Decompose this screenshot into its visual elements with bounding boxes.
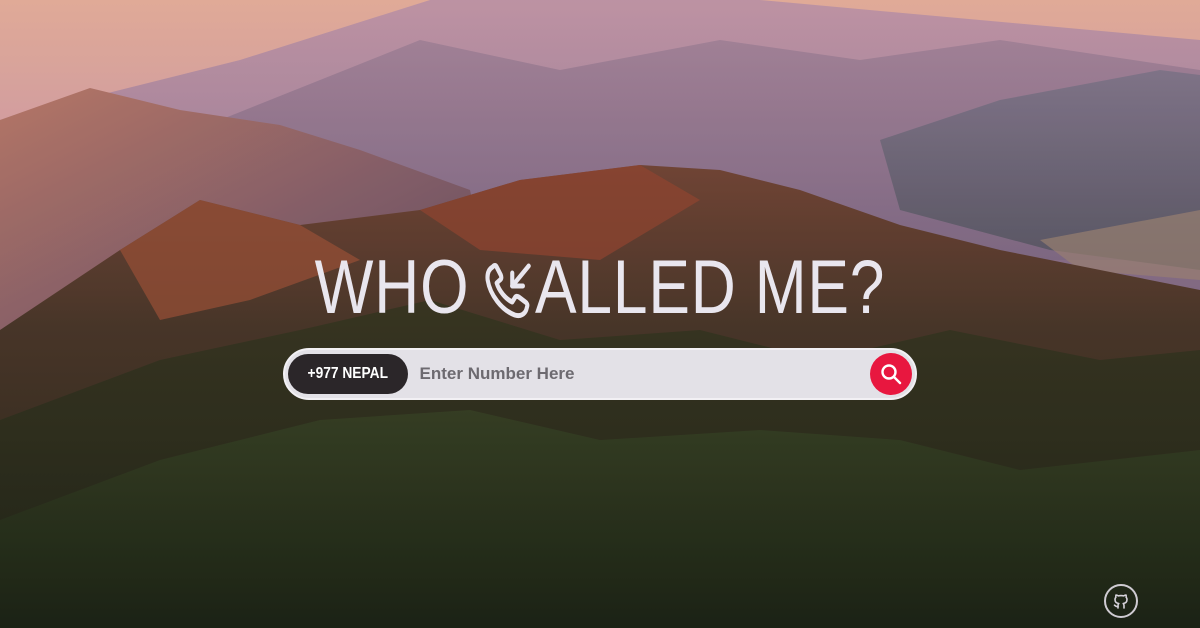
country-code-label: +977 NEPAL: [307, 365, 388, 382]
page-title: WHO ALLED ME?: [315, 248, 886, 328]
country-code-selector[interactable]: +977 NEPAL: [288, 354, 408, 394]
phone-search-bar: +977 NEPAL: [283, 348, 917, 400]
github-link[interactable]: [1104, 584, 1138, 618]
title-text-rest: ALLED ME?: [535, 245, 886, 330]
github-icon: [1113, 594, 1128, 609]
phone-incoming-icon: [481, 253, 535, 323]
phone-number-input[interactable]: [407, 354, 870, 394]
search-icon: [881, 364, 902, 385]
title-text-who: WHO: [314, 245, 470, 330]
hero: WHO ALLED ME? +977 NEPAL: [0, 248, 1200, 400]
search-button[interactable]: [870, 353, 912, 395]
